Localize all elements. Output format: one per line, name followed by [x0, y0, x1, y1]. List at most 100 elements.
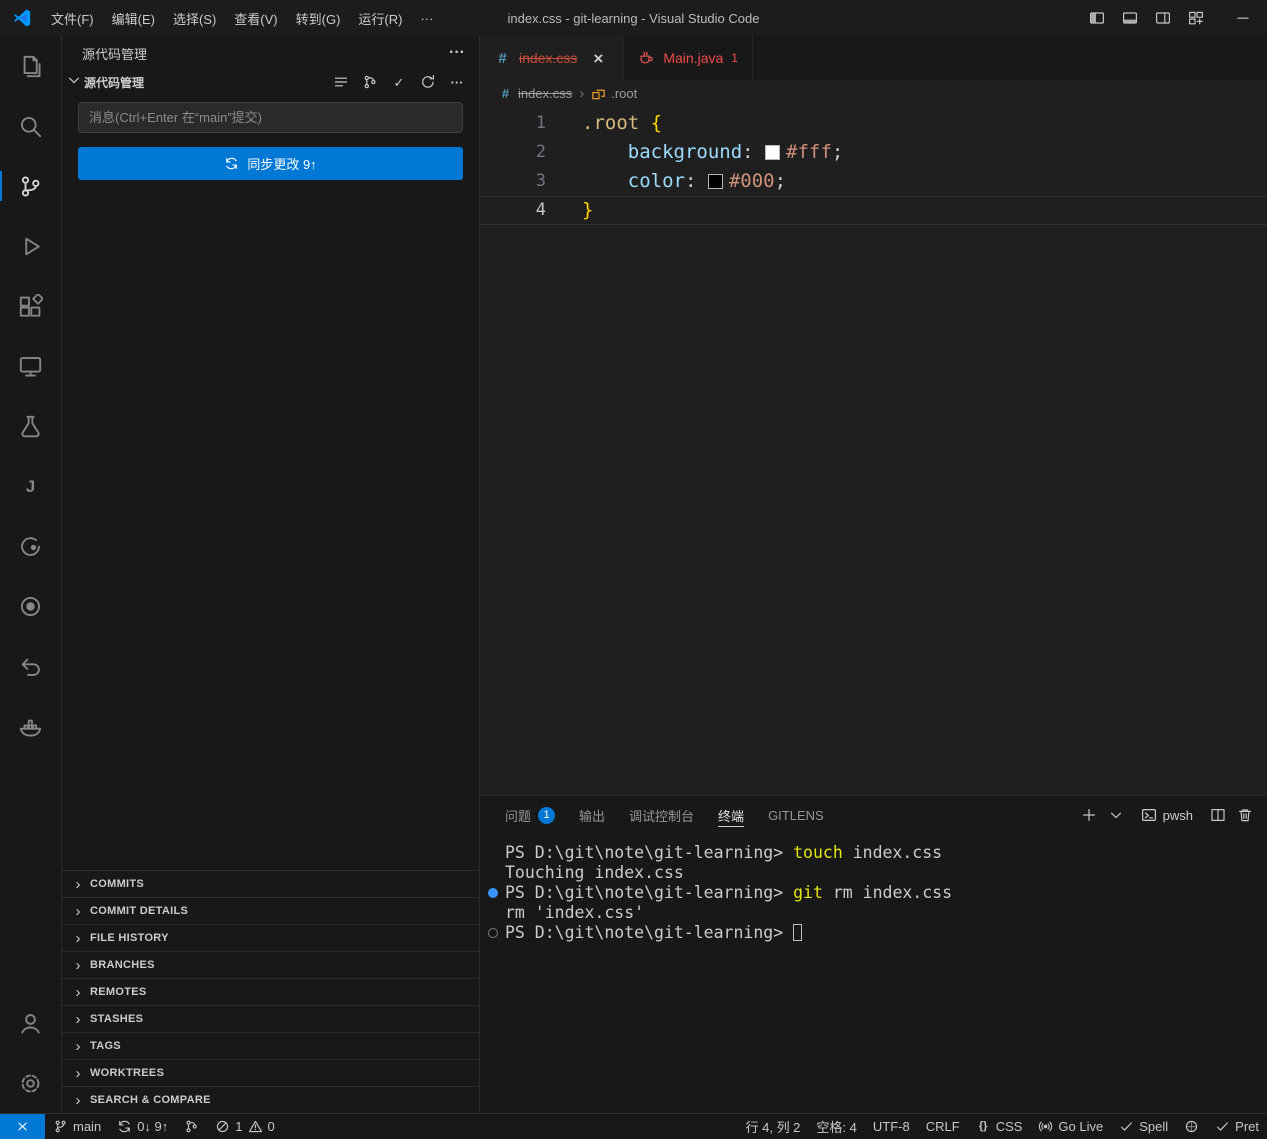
sidebar-section-tags[interactable]: ›TAGS	[62, 1032, 479, 1059]
status-cursor-position[interactable]: 行 4, 列 2	[738, 1114, 809, 1139]
activity-bar-item-extensions[interactable]	[0, 276, 61, 336]
status-extension-indicator[interactable]	[1176, 1114, 1207, 1139]
terminal-line: Touching index.css	[505, 863, 1267, 883]
sidebar-section-commit-details[interactable]: ›COMMIT DETAILS	[62, 897, 479, 924]
panel-tab-debug-console[interactable]: 调试控制台	[629, 796, 694, 834]
sidebar-section-search-compare[interactable]: ›SEARCH & COMPARE	[62, 1086, 479, 1113]
status-eol[interactable]: CRLF	[918, 1114, 968, 1139]
activity-bar-item-testing[interactable]	[0, 396, 61, 456]
sidebar-section-stashes[interactable]: ›STASHES	[62, 1005, 479, 1032]
graph-icon[interactable]	[362, 74, 378, 90]
sidebar-section-branches[interactable]: ›BRANCHES	[62, 951, 479, 978]
activity-bar-item-run-and-debug[interactable]	[0, 216, 61, 276]
workbench: J 源代码管理 ··· 源代码管理 ✓··· 同步更改 9↑ ›COMMITS›…	[0, 36, 1267, 1113]
source-control-sidebar: 源代码管理 ··· 源代码管理 ✓ ··· 同步更改 9↑ ›COMMITS›CO…	[62, 36, 480, 1113]
sync-button-label: 同步更改 9↑	[247, 154, 316, 173]
terminal-line: PS D:\git\note\git-learning>	[505, 923, 1267, 943]
status-language-mode[interactable]: {}CSS	[968, 1114, 1031, 1139]
color-swatch[interactable]	[708, 174, 723, 189]
breadcrumb-separator: ›	[579, 85, 584, 102]
minimize-icon[interactable]	[1235, 10, 1251, 26]
testing-icon	[18, 414, 43, 439]
activity-bar-item-docker[interactable]	[0, 696, 61, 756]
code-line-content: }	[582, 196, 593, 225]
java-file-icon	[638, 50, 655, 67]
activity-bar-item-explorer[interactable]	[0, 36, 61, 96]
layout-sidebar-icon[interactable]	[1089, 10, 1105, 26]
activity-bar-item-java[interactable]: J	[0, 456, 61, 516]
breadcrumb-item-file[interactable]: #index.css	[498, 86, 572, 101]
layout-secondary-sidebar-icon[interactable]	[1155, 10, 1171, 26]
commit-check-icon[interactable]: ✓	[391, 74, 407, 90]
activity-bar-item-gradle[interactable]	[0, 516, 61, 576]
terminal-line: rm 'index.css'	[505, 903, 1267, 923]
menu-item-go[interactable]: 转到(G)	[287, 5, 350, 32]
status-problems-label: 0	[268, 1119, 275, 1134]
activity-bar-item-accounts[interactable]	[0, 993, 61, 1053]
menu-item-view[interactable]: 查看(V)	[225, 5, 286, 32]
sidebar-section-worktrees[interactable]: ›WORKTREES	[62, 1059, 479, 1086]
view-as-list-icon[interactable]	[333, 74, 349, 90]
panel-tab-problems[interactable]: 问题1	[505, 796, 555, 834]
activity-bar-item-search[interactable]	[0, 96, 61, 156]
split-terminal-icon[interactable]	[1210, 807, 1226, 823]
menu-item-file[interactable]: 文件(F)	[42, 5, 103, 32]
editor-tab-main-java[interactable]: Main.java1	[624, 36, 753, 80]
editor-tab-index-css[interactable]: #index.css×	[480, 36, 624, 80]
sidebar-section-commits[interactable]: ›COMMITS	[62, 870, 479, 897]
customize-layout-icon[interactable]	[1188, 10, 1204, 26]
more-icon[interactable]: ···	[449, 45, 465, 61]
close-icon[interactable]: ×	[587, 47, 609, 69]
layout-panel-icon[interactable]	[1122, 10, 1138, 26]
panel-tab-gitlens[interactable]: GITLENS	[768, 796, 824, 834]
status-branch[interactable]: main	[45, 1114, 109, 1139]
sidebar-section-file-history[interactable]: ›FILE HISTORY	[62, 924, 479, 951]
terminal-text: git	[793, 883, 823, 902]
activity-bar-item-timeline[interactable]	[0, 636, 61, 696]
scm-section-header[interactable]: 源代码管理 ✓ ···	[62, 70, 479, 94]
menu-item-edit[interactable]: 编辑(E)	[103, 5, 164, 32]
breadcrumb-label: index.css	[518, 86, 572, 101]
chevron-right-icon: ›	[70, 931, 86, 946]
chevron-down-icon[interactable]	[1108, 807, 1124, 823]
vscode-window: 文件(F)编辑(E)选择(S)查看(V)转到(G)运行(R)··· index.…	[0, 0, 1267, 1139]
panel-tab-output[interactable]: 输出	[579, 796, 605, 834]
breadcrumb-item-symbol[interactable]: .root	[591, 86, 637, 101]
sync-changes-button[interactable]: 同步更改 9↑	[78, 147, 463, 180]
terminal[interactable]: PS D:\git\note\git-learning> touch index…	[480, 834, 1267, 1113]
activity-bar-item-manage[interactable]	[0, 1053, 61, 1113]
status-encoding[interactable]: UTF-8	[865, 1114, 918, 1139]
status-spell-checker[interactable]: Spell	[1111, 1114, 1176, 1139]
menu-item-selection[interactable]: 选择(S)	[164, 5, 225, 32]
status-source-control-graph[interactable]	[176, 1114, 207, 1139]
menu-item-run[interactable]: 运行(R)	[349, 5, 411, 32]
refresh-icon[interactable]	[420, 74, 436, 90]
code-editor[interactable]: 1.root {2 background: #fff;3 color: #000…	[480, 106, 1267, 795]
sidebar-section-label: SEARCH & COMPARE	[90, 1094, 211, 1106]
panel-tab-terminal[interactable]: 终端	[718, 796, 744, 834]
commit-message-input[interactable]	[78, 102, 463, 133]
status-go-live[interactable]: Go Live	[1030, 1114, 1111, 1139]
activity-bar-item-source-control[interactable]	[0, 156, 61, 216]
status-problems-label: 1	[235, 1119, 242, 1134]
sync-icon	[117, 1119, 132, 1134]
chevron-right-icon: ›	[70, 877, 86, 892]
sidebar-section-remotes[interactable]: ›REMOTES	[62, 978, 479, 1005]
code-token: #fff	[786, 141, 832, 163]
status-sync[interactable]: 0↓ 9↑	[109, 1114, 176, 1139]
more-icon[interactable]: ···	[449, 74, 465, 90]
terminal-instance[interactable]: pwsh	[1141, 807, 1193, 823]
activity-bar-item-screencast[interactable]	[0, 576, 61, 636]
plus-icon[interactable]	[1081, 807, 1097, 823]
status-bar: main0↓ 9↑10 行 4, 列 2空格: 4UTF-8CRLF{}CSSG…	[0, 1113, 1267, 1139]
scm-section-title: 源代码管理	[84, 74, 144, 91]
color-swatch[interactable]	[765, 145, 780, 160]
menu-item-more[interactable]: ···	[411, 7, 442, 30]
status-problems[interactable]: 10	[207, 1114, 282, 1139]
activity-bar-item-remote-explorer[interactable]	[0, 336, 61, 396]
status-indentation[interactable]: 空格: 4	[808, 1114, 864, 1139]
sidebar-more-actions[interactable]: ···	[449, 44, 465, 62]
trash-icon[interactable]	[1237, 807, 1253, 823]
status-remote[interactable]	[0, 1114, 45, 1139]
status-prettier[interactable]: Pret	[1207, 1114, 1267, 1139]
